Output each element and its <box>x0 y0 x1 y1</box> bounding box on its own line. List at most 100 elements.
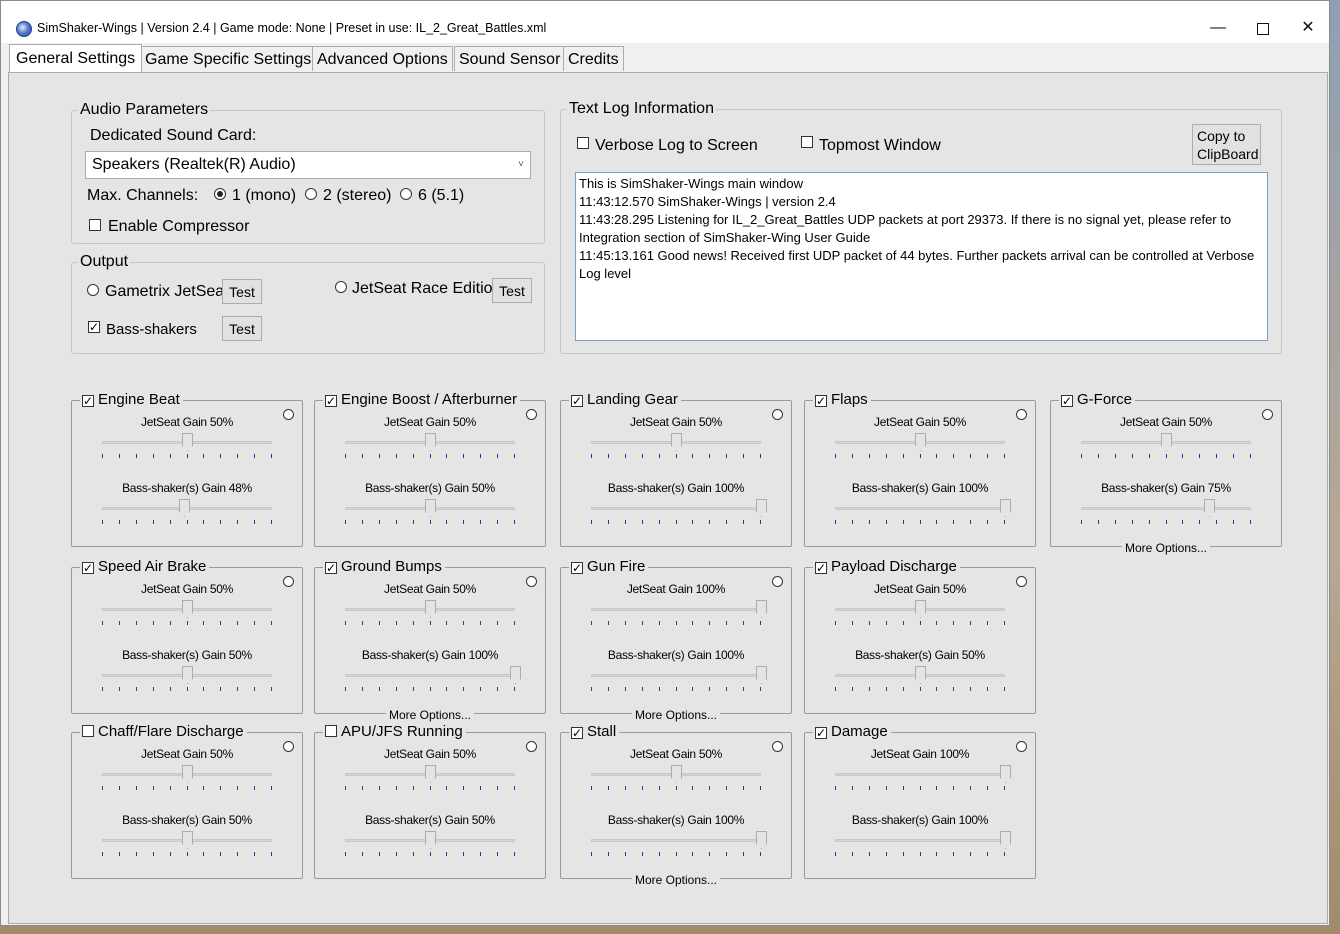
bass-gain-slider[interactable] <box>1081 499 1251 531</box>
jetseat-gain-slider[interactable] <box>102 765 272 797</box>
slider-tick <box>446 454 447 458</box>
bass-gain-slider[interactable] <box>345 831 515 863</box>
jetseat-gain-slider[interactable] <box>1081 433 1251 465</box>
sound-card-select[interactable]: Speakers (Realtek(R) Audio) ˅ <box>85 151 531 179</box>
copy-to-clipboard-button[interactable]: Copy to ClipBoard <box>1192 124 1261 165</box>
tab-general-settings[interactable]: General Settings <box>9 44 143 72</box>
tab-advanced-options[interactable]: Advanced Options <box>312 46 453 71</box>
effect-enable-checkbox[interactable]: ✓ <box>815 562 827 574</box>
slider-thumb[interactable] <box>671 765 682 783</box>
slider-tick <box>920 621 921 625</box>
channels-mono-radio[interactable] <box>214 188 226 200</box>
slider-thumb[interactable] <box>425 831 436 849</box>
bass-gain-slider[interactable] <box>591 831 767 863</box>
log-textbox[interactable]: This is SimShaker-Wings main window 11:4… <box>575 172 1268 341</box>
slider-tick <box>430 852 431 856</box>
test-bass-button[interactable]: Test <box>222 316 262 341</box>
tab-game-specific-settings[interactable]: Game Specific Settings <box>140 46 317 71</box>
jetseat-gain-slider[interactable] <box>591 433 761 465</box>
test-race-button[interactable]: Test <box>492 278 532 303</box>
slider-thumb[interactable] <box>425 600 436 618</box>
effect-enable-checkbox[interactable]: ✓ <box>82 562 94 574</box>
effect-enable-checkbox[interactable] <box>325 725 337 737</box>
slider-thumb[interactable] <box>425 765 436 783</box>
bass-gain-slider[interactable] <box>102 666 272 698</box>
slider-thumb[interactable] <box>915 433 926 451</box>
jetseat-gain-slider[interactable] <box>591 600 767 632</box>
slider-tick <box>345 852 346 856</box>
bass-gain-slider[interactable] <box>102 499 272 531</box>
effect-enable-checkbox[interactable]: ✓ <box>325 395 337 407</box>
slider-thumb[interactable] <box>182 765 193 783</box>
more-options-link[interactable]: More Options... <box>631 708 721 722</box>
test-gametrix-button[interactable]: Test <box>222 279 262 304</box>
slider-thumb[interactable] <box>915 600 926 618</box>
maximize-button[interactable] <box>1240 15 1286 41</box>
jetseat-gain-slider[interactable] <box>102 433 272 465</box>
jetseat-gain-slider[interactable] <box>345 765 515 797</box>
minimize-button[interactable]: — <box>1195 15 1241 41</box>
slider-thumb[interactable] <box>1161 433 1172 451</box>
effect-enable-checkbox[interactable]: ✓ <box>571 562 583 574</box>
slider-thumb[interactable] <box>671 433 682 451</box>
effect-enable-checkbox[interactable]: ✓ <box>325 562 337 574</box>
slider-tick <box>835 454 836 458</box>
slider-thumb[interactable] <box>425 499 436 517</box>
topmost-window-checkbox[interactable] <box>801 136 813 148</box>
slider-thumb[interactable] <box>756 831 767 849</box>
close-button[interactable]: ✕ <box>1285 15 1331 41</box>
jetseat-gain-slider[interactable] <box>835 433 1005 465</box>
slider-thumb[interactable] <box>1000 765 1011 783</box>
effect-enable-checkbox[interactable]: ✓ <box>815 395 827 407</box>
effect-enable-checkbox[interactable]: ✓ <box>571 395 583 407</box>
jetseat-gain-slider[interactable] <box>345 600 515 632</box>
bass-shakers-checkbox[interactable]: ✓ <box>88 321 100 333</box>
tab-credits[interactable]: Credits <box>563 46 624 71</box>
effect-enable-checkbox[interactable]: ✓ <box>82 395 94 407</box>
jetseat-gain-slider[interactable] <box>835 600 1005 632</box>
slider-thumb[interactable] <box>182 666 193 684</box>
enable-compressor-checkbox[interactable] <box>89 219 101 231</box>
bass-gain-slider[interactable] <box>345 666 521 698</box>
slider-thumb[interactable] <box>182 600 193 618</box>
slider-thumb[interactable] <box>182 433 193 451</box>
effect-enable-checkbox[interactable]: ✓ <box>815 727 827 739</box>
more-options-link[interactable]: More Options... <box>385 708 475 722</box>
tab-sound-sensor[interactable]: Sound Sensor <box>454 46 566 71</box>
effect-enable-checkbox[interactable] <box>82 725 94 737</box>
slider-thumb[interactable] <box>756 666 767 684</box>
slider-tick <box>953 852 954 856</box>
slider-thumb[interactable] <box>756 499 767 517</box>
bass-gain-slider[interactable] <box>835 831 1011 863</box>
verbose-log-checkbox[interactable] <box>577 137 589 149</box>
bass-gain-slider[interactable] <box>835 499 1011 531</box>
slider-thumb[interactable] <box>1000 499 1011 517</box>
bass-gain-slider[interactable] <box>591 499 767 531</box>
gametrix-jetseat-radio[interactable] <box>87 284 99 296</box>
bass-gain-slider[interactable] <box>345 499 515 531</box>
slider-thumb[interactable] <box>756 600 767 618</box>
jetseat-gain-slider[interactable] <box>591 765 761 797</box>
slider-thumb[interactable] <box>1000 831 1011 849</box>
jetseat-gain-slider[interactable] <box>835 765 1011 797</box>
slider-thumb[interactable] <box>915 666 926 684</box>
bass-gain-slider[interactable] <box>835 666 1005 698</box>
slider-tick <box>886 786 887 790</box>
jetseat-gain-slider[interactable] <box>102 600 272 632</box>
slider-thumb[interactable] <box>1204 499 1215 517</box>
bass-gain-slider[interactable] <box>102 831 272 863</box>
slider-thumb[interactable] <box>425 433 436 451</box>
effect-enable-checkbox[interactable]: ✓ <box>1061 395 1073 407</box>
effect-enable-checkbox[interactable]: ✓ <box>571 727 583 739</box>
more-options-link[interactable]: More Options... <box>1121 541 1211 555</box>
channels-51-radio[interactable] <box>400 188 412 200</box>
slider-thumb[interactable] <box>510 666 521 684</box>
slider-thumb[interactable] <box>182 831 193 849</box>
jetseat-gain-slider[interactable] <box>345 433 515 465</box>
jetseat-race-radio[interactable] <box>335 281 347 293</box>
more-options-link[interactable]: More Options... <box>631 873 721 887</box>
bass-gain-slider[interactable] <box>591 666 767 698</box>
channels-stereo-radio[interactable] <box>305 188 317 200</box>
slider-tick <box>271 520 272 524</box>
slider-thumb[interactable] <box>179 499 190 517</box>
